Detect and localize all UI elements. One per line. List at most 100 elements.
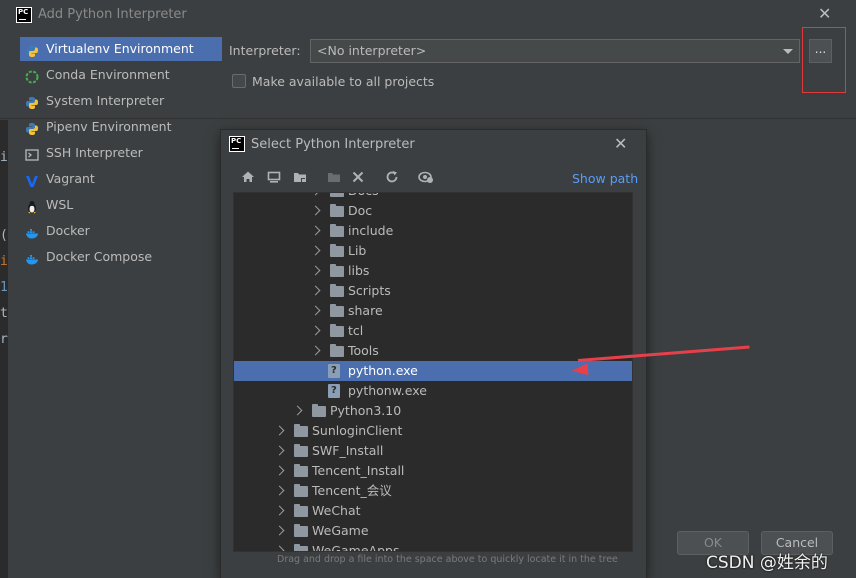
folder-icon	[330, 264, 344, 277]
pycharm-logo-icon: PC	[16, 7, 32, 23]
folder-icon	[330, 244, 344, 257]
tree-row-label: SWF_Install	[312, 443, 384, 458]
folder-icon	[330, 193, 344, 197]
background-code-char: r	[0, 332, 8, 347]
background-code-char: (	[0, 228, 8, 243]
chevron-right-icon[interactable]	[274, 485, 285, 496]
nav-item-vagrant[interactable]: Vagrant	[20, 167, 222, 191]
tree-row-label: libs	[348, 263, 370, 278]
docker-icon	[25, 224, 39, 239]
background-code-char: i	[0, 254, 8, 269]
nav-item-label: SSH Interpreter	[46, 145, 143, 160]
tree-folder-row[interactable]: SWF_Install	[234, 441, 632, 461]
chevron-right-icon[interactable]	[310, 265, 321, 276]
tree-row-label: Tencent_会议	[312, 483, 392, 498]
tree-folder-row[interactable]: Tencent_Install	[234, 461, 632, 481]
show-hidden-icon[interactable]	[418, 170, 434, 186]
nav-item-wsl[interactable]: WSL	[20, 193, 222, 217]
chevron-right-icon[interactable]	[310, 325, 321, 336]
nav-item-label: Virtualenv Environment	[46, 41, 194, 56]
pycharm-logo-icon: PC	[229, 136, 245, 152]
tree-row-label: share	[348, 303, 383, 318]
tree-folder-row[interactable]: WeChat	[234, 501, 632, 521]
python-file-icon	[328, 384, 340, 398]
chevron-right-icon[interactable]	[274, 445, 285, 456]
tree-folder-row[interactable]: SunloginClient	[234, 421, 632, 441]
delete-icon[interactable]	[350, 170, 366, 186]
inner-close-icon[interactable]: ✕	[614, 134, 627, 153]
tree-folder-row[interactable]: Docs	[234, 193, 632, 201]
tree-row-label: WeChat	[312, 503, 361, 518]
folder-icon	[330, 324, 344, 337]
inner-dialog-title-bar: PC Select Python Interpreter ✕	[221, 130, 646, 158]
chevron-right-icon[interactable]	[310, 225, 321, 236]
make-available-checkbox[interactable]	[232, 74, 246, 88]
chevron-right-icon[interactable]	[310, 193, 321, 196]
python-icon	[25, 94, 39, 109]
tree-row-label: Scripts	[348, 283, 391, 298]
nav-item-docker[interactable]: Docker	[20, 219, 222, 243]
nav-item-label: Docker Compose	[46, 249, 153, 264]
tree-row-label: Doc	[348, 203, 373, 218]
new-folder-icon[interactable]	[326, 170, 342, 186]
terminal-icon	[25, 146, 39, 161]
tree-folder-row[interactable]: tcl	[234, 321, 632, 341]
background-code-char: i	[0, 150, 8, 165]
nav-item-virtualenv-environment[interactable]: Virtualenv Environment	[20, 37, 222, 61]
tree-folder-row[interactable]: Lib	[234, 241, 632, 261]
python-icon	[25, 120, 39, 135]
interpreter-select[interactable]: <No interpreter>	[310, 39, 800, 63]
outer-dialog-title: Add Python Interpreter	[38, 7, 187, 22]
nav-item-docker-compose[interactable]: Docker Compose	[20, 245, 222, 269]
tree-folder-row[interactable]: libs	[234, 261, 632, 281]
chevron-right-icon[interactable]	[292, 405, 303, 416]
nav-item-system-interpreter[interactable]: System Interpreter	[20, 89, 222, 113]
tree-folder-row[interactable]: Doc	[234, 201, 632, 221]
nav-item-label: WSL	[46, 197, 74, 212]
refresh-icon[interactable]	[384, 170, 400, 186]
select-interpreter-dialog: PC Select Python Interpreter ✕ Show path…	[221, 130, 646, 578]
home-icon[interactable]	[240, 170, 256, 186]
chevron-right-icon[interactable]	[310, 305, 321, 316]
tree-folder-row[interactable]: share	[234, 301, 632, 321]
make-available-label: Make available to all projects	[252, 74, 435, 89]
tree-row-label: Tools	[348, 343, 379, 358]
tree-row-label: WeGame	[312, 523, 369, 538]
project-folder-icon[interactable]	[292, 170, 308, 186]
tree-row-label: python.exe	[348, 363, 418, 378]
chevron-right-icon[interactable]	[274, 425, 285, 436]
tree-folder-row[interactable]: Tools	[234, 341, 632, 361]
chevron-right-icon[interactable]	[274, 505, 285, 516]
chevron-right-icon[interactable]	[310, 285, 321, 296]
docker-icon	[25, 250, 39, 265]
outer-dialog-title-bar: PC Add Python Interpreter ✕	[0, 0, 856, 30]
chevron-right-icon[interactable]	[274, 465, 285, 476]
interpreter-select-value: <No interpreter>	[317, 43, 427, 58]
outer-close-icon[interactable]: ✕	[818, 4, 831, 23]
tree-row-label: SunloginClient	[312, 423, 403, 438]
nav-item-ssh-interpreter[interactable]: SSH Interpreter	[20, 141, 222, 165]
folder-icon	[294, 504, 308, 517]
tree-folder-row[interactable]: Tencent_会议	[234, 481, 632, 501]
chevron-right-icon[interactable]	[310, 245, 321, 256]
folder-icon	[294, 464, 308, 477]
nav-item-pipenv-environment[interactable]: Pipenv Environment	[20, 115, 222, 139]
background-code-char: t	[0, 306, 8, 321]
folder-icon	[294, 424, 308, 437]
tree-file-row[interactable]: pythonw.exe	[234, 381, 632, 401]
folder-icon	[294, 444, 308, 457]
background-code-char: 1	[0, 280, 8, 295]
tree-folder-row[interactable]: WeGameApps	[234, 541, 632, 551]
tree-folder-row[interactable]: Python3.10	[234, 401, 632, 421]
desktop-icon[interactable]	[266, 170, 282, 186]
chevron-right-icon[interactable]	[274, 525, 285, 536]
chevron-right-icon[interactable]	[274, 545, 285, 551]
show-path-link[interactable]: Show path	[572, 171, 638, 186]
chevron-right-icon[interactable]	[310, 205, 321, 216]
tree-folder-row[interactable]: WeGame	[234, 521, 632, 541]
tree-folder-row[interactable]: include	[234, 221, 632, 241]
tree-folder-row[interactable]: Scripts	[234, 281, 632, 301]
nav-item-conda-environment[interactable]: Conda Environment	[20, 63, 222, 87]
chevron-right-icon[interactable]	[310, 345, 321, 356]
tree-row-label: Python3.10	[330, 403, 402, 418]
